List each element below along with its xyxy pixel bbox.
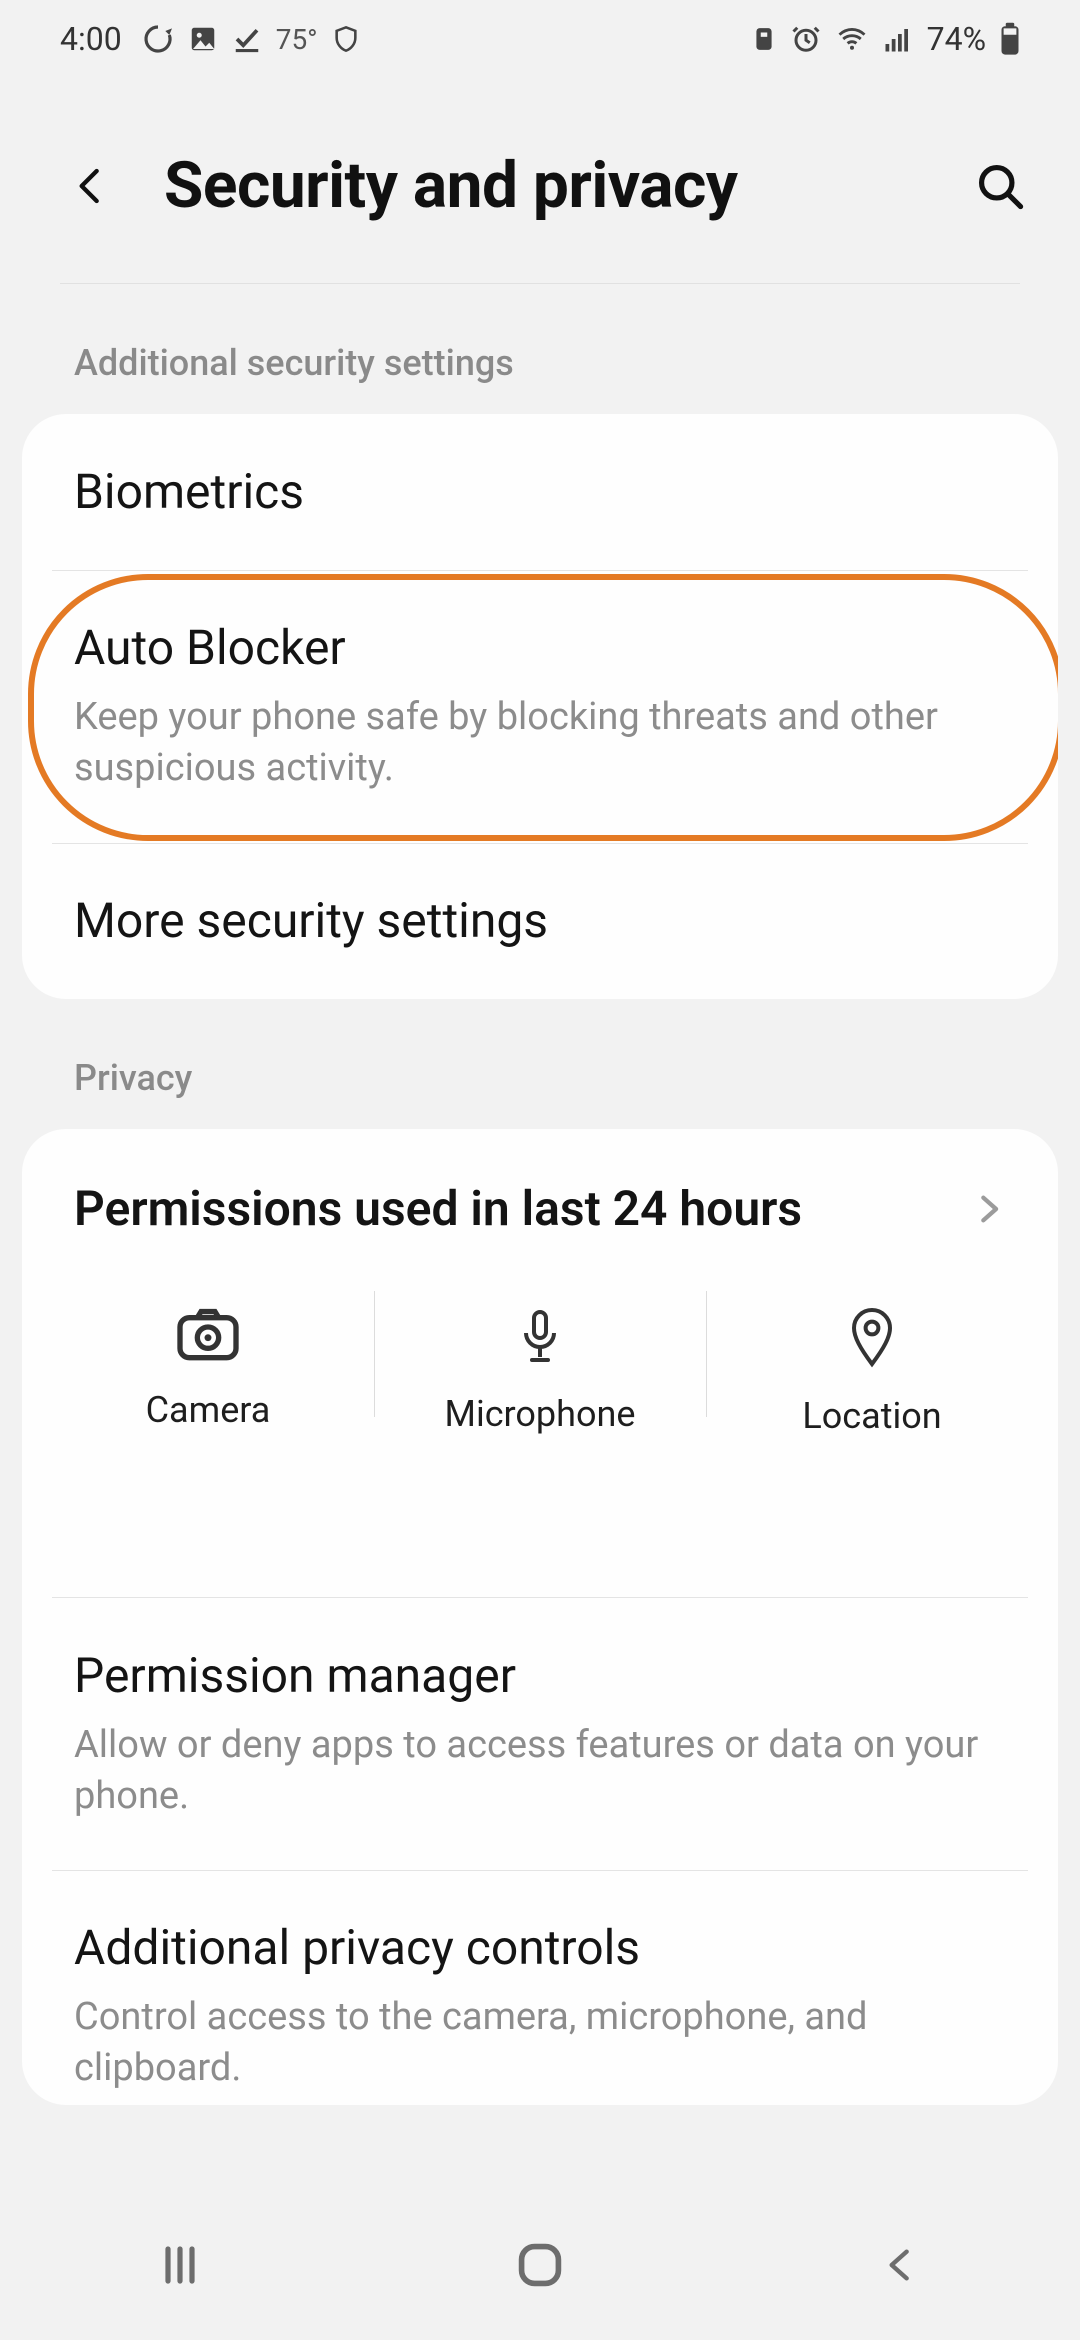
nav-home-button[interactable]: [480, 2225, 600, 2305]
tile-label: Camera: [146, 1389, 271, 1431]
status-bar: 4:00 75° 74%: [0, 0, 1080, 78]
search-button[interactable]: [970, 156, 1030, 216]
row-title: Permission manager: [74, 1646, 1006, 1706]
alarm-icon: [791, 24, 821, 54]
row-subtitle: Control access to the camera, microphone…: [74, 1992, 1006, 2095]
image-icon: [188, 24, 218, 54]
tile-location[interactable]: Location: [706, 1287, 1038, 1457]
location-pin-icon: [848, 1307, 896, 1369]
recents-icon: [156, 2241, 204, 2289]
section-label-privacy: Privacy: [0, 999, 1080, 1129]
tile-label: Location: [802, 1395, 941, 1437]
tile-microphone[interactable]: Microphone: [374, 1287, 706, 1457]
status-battery-pct: 74%: [927, 20, 986, 58]
home-icon: [514, 2239, 566, 2291]
row-title: Additional privacy controls: [74, 1918, 1006, 1978]
status-left: 4:00 75°: [60, 20, 360, 58]
tile-label: Microphone: [445, 1393, 636, 1435]
page-title: Security and privacy: [164, 148, 970, 223]
status-right: 74%: [751, 20, 1020, 58]
nav-back-button[interactable]: [840, 2225, 960, 2305]
row-more-security-settings[interactable]: More security settings: [22, 843, 1058, 999]
tile-camera[interactable]: Camera: [42, 1287, 374, 1457]
row-title: More security settings: [74, 891, 1006, 951]
row-permissions-used[interactable]: Permissions used in last 24 hours: [22, 1129, 1058, 1273]
status-clock: 4:00: [60, 20, 122, 58]
card-icon: [751, 24, 777, 54]
row-title: Biometrics: [74, 462, 1006, 522]
row-biometrics[interactable]: Biometrics: [22, 414, 1058, 570]
card-privacy: Permissions used in last 24 hours Camera…: [22, 1129, 1058, 2105]
chevron-left-icon: [880, 2241, 920, 2289]
chevron-left-icon: [70, 158, 110, 214]
status-temp: 75°: [276, 23, 318, 56]
battery-icon: [1000, 22, 1020, 56]
nav-recents-button[interactable]: [120, 2225, 240, 2305]
row-additional-privacy-controls[interactable]: Additional privacy controls Control acce…: [22, 1870, 1058, 2105]
section-label-additional-security: Additional security settings: [0, 284, 1080, 414]
search-icon: [974, 160, 1026, 212]
card-additional-security: Biometrics Auto Blocker Keep your phone …: [22, 414, 1058, 999]
row-auto-blocker[interactable]: Auto Blocker Keep your phone safe by blo…: [22, 570, 1058, 843]
chevron-right-icon: [972, 1187, 1006, 1231]
spinner-icon: [142, 23, 174, 55]
checkmark-download-icon: [232, 24, 262, 54]
row-title: Auto Blocker: [74, 618, 1006, 678]
camera-icon: [176, 1307, 240, 1363]
system-nav-bar: [0, 2190, 1080, 2340]
row-title: Permissions used in last 24 hours: [74, 1179, 802, 1239]
microphone-icon: [516, 1307, 564, 1367]
page-header: Security and privacy: [0, 78, 1080, 283]
wifi-icon: [835, 24, 869, 54]
signal-icon: [883, 24, 913, 54]
row-subtitle: Keep your phone safe by blocking threats…: [74, 692, 1006, 795]
back-button[interactable]: [60, 156, 120, 216]
row-subtitle: Allow or deny apps to access features or…: [74, 1720, 1006, 1823]
permission-tiles: Camera Microphone Location: [22, 1273, 1058, 1597]
row-permission-manager[interactable]: Permission manager Allow or deny apps to…: [22, 1598, 1058, 1871]
shield-icon: [332, 25, 360, 53]
